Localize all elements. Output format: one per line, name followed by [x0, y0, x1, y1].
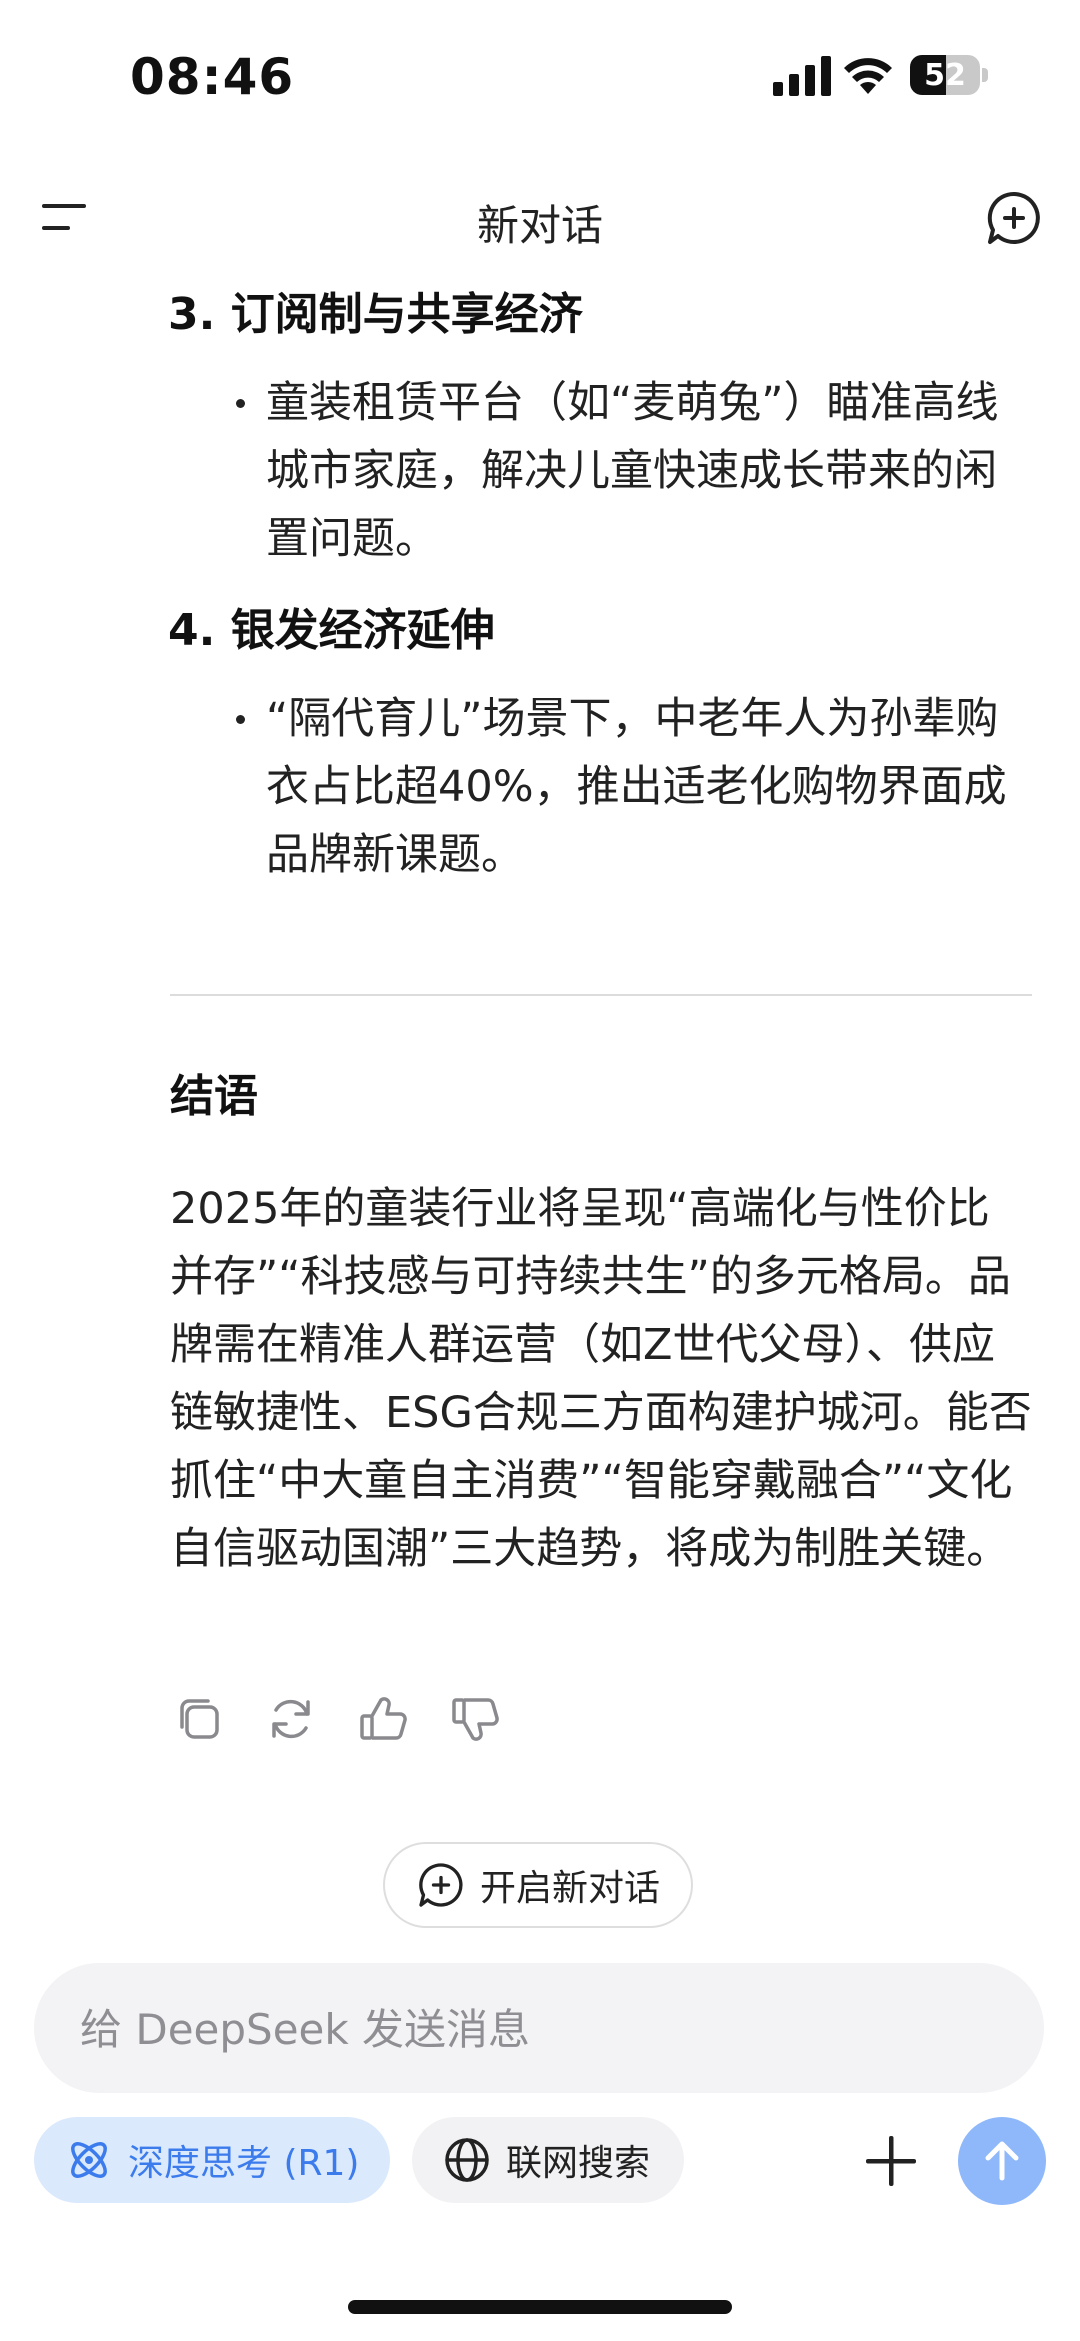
- list-heading: 4. 银发经济延伸: [168, 605, 495, 656]
- wifi-icon: [844, 58, 892, 94]
- status-bar: 08:46 52: [0, 0, 1080, 150]
- new-chat-icon[interactable]: [984, 188, 1044, 248]
- thumbs-down-icon[interactable]: [448, 1692, 502, 1746]
- thumbs-up-icon[interactable]: [356, 1692, 410, 1746]
- home-indicator: [348, 2300, 732, 2314]
- new-chat-button[interactable]: 开启新对话: [383, 1842, 693, 1928]
- page-title: 新对话: [476, 201, 603, 250]
- header: 新对话: [0, 170, 1080, 270]
- bullet-icon: [236, 399, 245, 408]
- message-input[interactable]: [78, 1993, 982, 2065]
- list-heading: 3. 订阅制与共享经济: [168, 289, 583, 340]
- arrow-up-icon: [985, 2141, 1019, 2181]
- new-chat-icon: [419, 1863, 463, 1907]
- message-input-container: [34, 1963, 1044, 2093]
- section-title: 结语: [170, 1071, 258, 1122]
- signal-icon: [773, 56, 831, 96]
- atom-icon: [71, 2142, 107, 2178]
- deep-think-label: 深度思考 (R1): [128, 2143, 360, 2184]
- bullet-text: 童装租赁平台（如“麦萌兔”）瞄准高线城市家庭，解决儿童快速成长带来的闲置问题。: [266, 378, 999, 564]
- attach-plus-icon[interactable]: [862, 2132, 920, 2190]
- conclusion-paragraph: 2025年的童装行业将呈现“高端化与性价比并存”“科技感与可持续共生”的多元格局…: [170, 1184, 1032, 1574]
- regenerate-icon[interactable]: [264, 1692, 318, 1746]
- assistant-message: 3. 订阅制与共享经济 童装租赁平台（如“麦萌兔”）瞄准高线城市家庭，解决儿童快…: [168, 285, 1030, 917]
- bullet-icon: [236, 715, 245, 724]
- bullet-text: “隔代育儿”场景下，中老年人为孙辈购衣占比超40%，推出适老化购物界面成品牌新课…: [266, 694, 1007, 880]
- copy-icon[interactable]: [172, 1692, 226, 1746]
- new-chat-label: 开启新对话: [479, 1868, 660, 1909]
- battery-icon: 52: [910, 55, 988, 95]
- send-button[interactable]: [958, 2117, 1046, 2205]
- deep-think-toggle[interactable]: 深度思考 (R1): [34, 2117, 390, 2203]
- status-time: 08:46: [130, 48, 295, 106]
- globe-icon: [445, 2138, 489, 2182]
- list-item: “隔代育儿”场景下，中老年人为孙辈购衣占比超40%，推出适老化购物界面成品牌新课…: [170, 685, 1030, 889]
- divider: [170, 994, 1032, 996]
- battery-level: 52: [924, 58, 966, 93]
- web-search-label: 联网搜索: [506, 2143, 651, 2184]
- web-search-toggle[interactable]: 联网搜索: [412, 2117, 684, 2203]
- list-item: 童装租赁平台（如“麦萌兔”）瞄准高线城市家庭，解决儿童快速成长带来的闲置问题。: [170, 369, 1030, 573]
